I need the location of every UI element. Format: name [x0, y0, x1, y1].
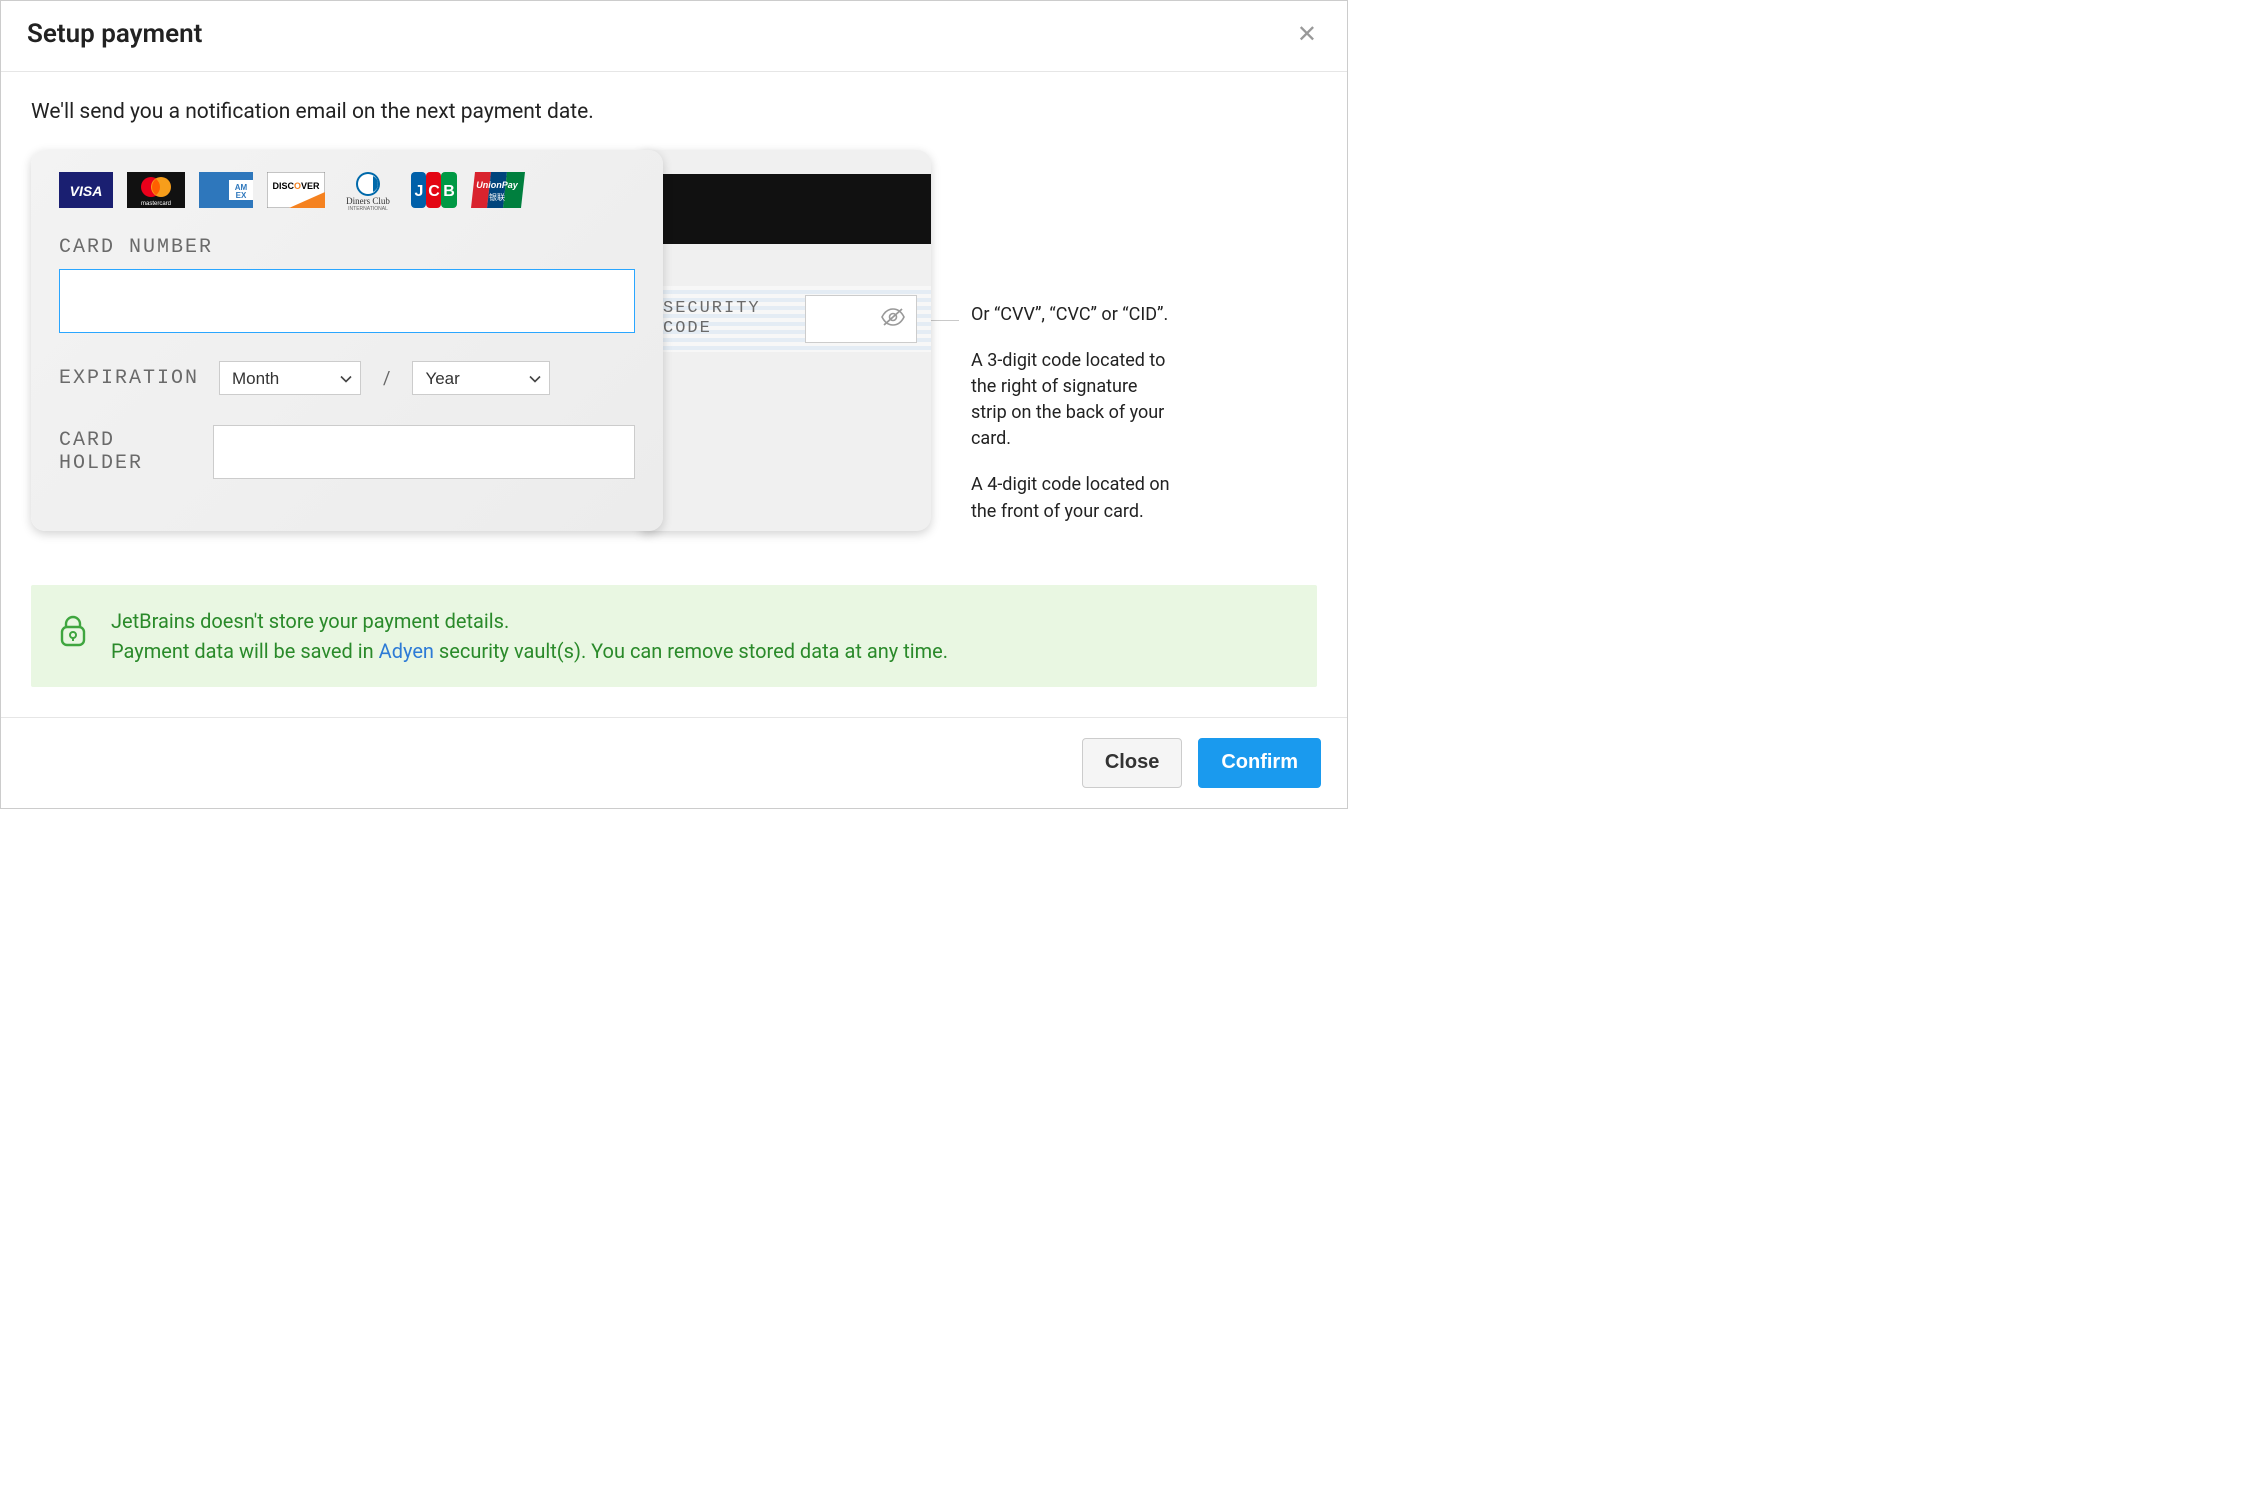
svg-text:INTERNATIONAL: INTERNATIONAL — [348, 206, 388, 210]
svg-text:C: C — [428, 183, 440, 200]
card-number-label: CARD NUMBER — [59, 236, 635, 259]
help-line-3: A 4-digit code located on the front of y… — [971, 472, 1171, 524]
privacy-notice: JetBrains doesn't store your payment det… — [31, 585, 1317, 687]
card-number-input[interactable] — [59, 269, 635, 333]
modal-header: Setup payment ✕ — [1, 1, 1347, 72]
discover-icon: DISCOVER — [267, 172, 325, 208]
svg-text:Diners Club: Diners Club — [346, 196, 390, 206]
svg-text:DISCOVER: DISCOVER — [272, 181, 320, 191]
close-button[interactable]: Close — [1082, 738, 1182, 788]
confirm-button[interactable]: Confirm — [1198, 738, 1321, 788]
unionpay-icon: UnionPay 银联 — [471, 172, 525, 208]
card-holder-input[interactable] — [213, 425, 635, 479]
visa-icon: VISA — [59, 172, 113, 208]
expiration-month-select[interactable]: Month — [219, 361, 361, 395]
diners-club-icon: Diners ClubINTERNATIONAL — [339, 172, 397, 208]
svg-text:银联: 银联 — [489, 192, 505, 202]
intro-text: We'll send you a notification email on t… — [31, 100, 1317, 124]
magnetic-stripe — [641, 174, 931, 244]
help-line-2: A 3-digit code located to the right of s… — [971, 348, 1171, 452]
cards-row: VISA mastercard AMEX DISCOVER — [31, 150, 1317, 545]
amex-icon: AMEX — [199, 172, 253, 208]
privacy-notice-text: JetBrains doesn't store your payment det… — [111, 609, 948, 663]
signature-area: SECURITY CODE — [641, 286, 931, 352]
card-front: VISA mastercard AMEX DISCOVER — [31, 150, 663, 531]
help-line-1: Or “CVV”, “CVC” or “CID”. — [971, 302, 1171, 328]
lock-icon — [59, 615, 87, 652]
svg-text:UnionPay: UnionPay — [476, 180, 519, 190]
eye-off-icon — [880, 307, 906, 331]
svg-text:EX: EX — [236, 191, 247, 200]
expiration-year-select[interactable]: Year — [412, 361, 550, 395]
payment-modal: Setup payment ✕ We'll send you a notific… — [0, 0, 1348, 809]
card-brand-logos: VISA mastercard AMEX DISCOVER — [59, 172, 635, 208]
svg-text:VISA: VISA — [70, 183, 103, 199]
expiration-label: EXPIRATION — [59, 367, 197, 390]
notice-line-2: Payment data will be saved in Adyen secu… — [111, 639, 948, 663]
svg-text:J: J — [415, 183, 424, 200]
security-code-label: SECURITY CODE — [663, 299, 761, 340]
modal-body: We'll send you a notification email on t… — [1, 72, 1347, 717]
jcb-icon: JCB — [411, 172, 457, 208]
card-back: SECURITY CODE — [641, 150, 931, 531]
security-code-input[interactable] — [805, 295, 917, 343]
close-icon[interactable]: ✕ — [1293, 22, 1321, 46]
modal-footer: Close Confirm — [1, 717, 1347, 808]
mastercard-icon: mastercard — [127, 172, 185, 208]
modal-title: Setup payment — [27, 19, 202, 49]
connector-line — [927, 320, 959, 321]
notice-line-1: JetBrains doesn't store your payment det… — [111, 609, 948, 633]
security-code-help: Or “CVV”, “CVC” or “CID”. A 3-digit code… — [971, 302, 1171, 545]
expiration-separator: / — [383, 368, 390, 389]
adyen-link[interactable]: Adyen — [379, 639, 434, 663]
svg-text:B: B — [443, 183, 455, 200]
svg-text:mastercard: mastercard — [141, 201, 171, 207]
card-holder-label: CARD HOLDER — [59, 429, 191, 475]
